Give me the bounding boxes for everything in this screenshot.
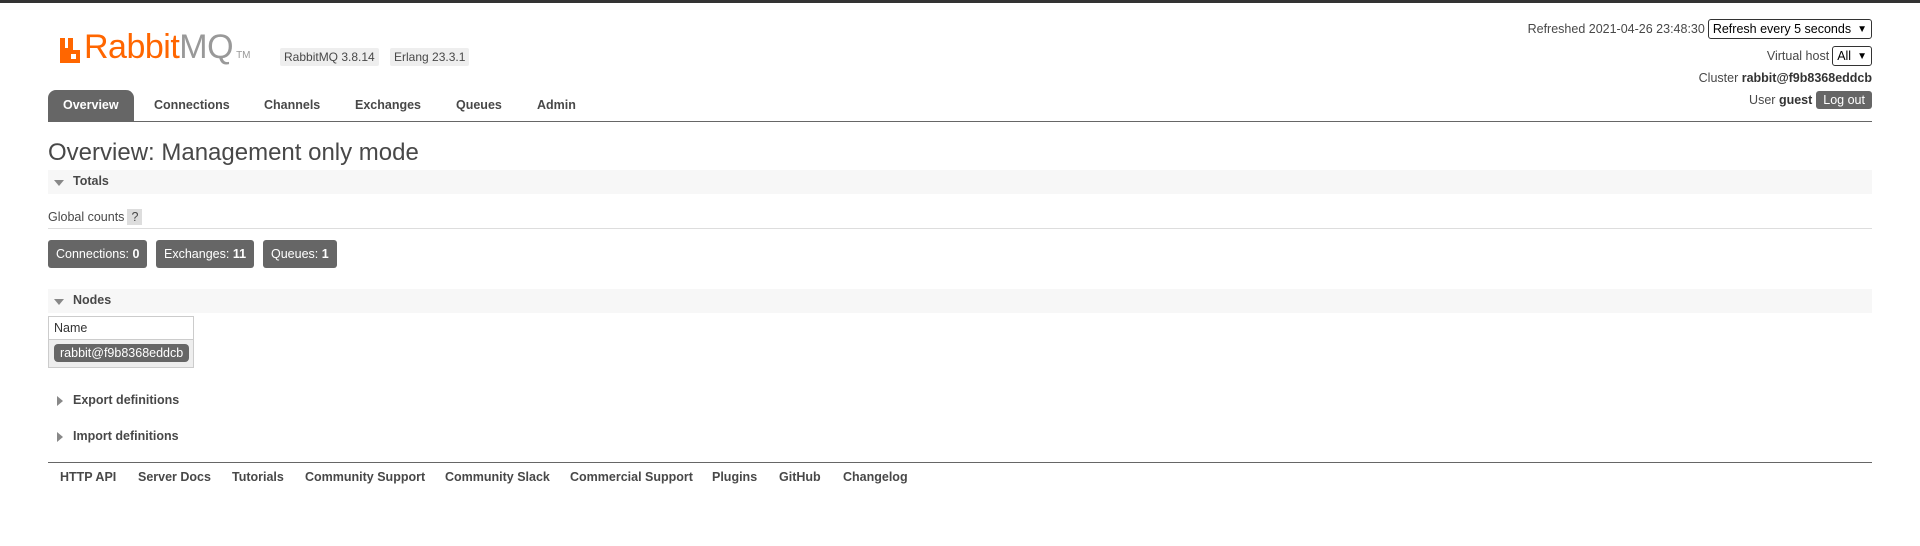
- tab-overview[interactable]: Overview: [48, 90, 134, 121]
- collapse-triangle-icon: [54, 299, 64, 305]
- main-nav-tabs: Overview Connections Channels Exchanges …: [48, 87, 1872, 122]
- export-definitions-header[interactable]: Export definitions: [48, 389, 1872, 413]
- footer-link-server-docs[interactable]: Server Docs: [138, 470, 211, 484]
- logo-text-mq: MQ: [179, 28, 234, 66]
- footer-link-github[interactable]: GitHub: [779, 470, 821, 484]
- divider: [48, 228, 1872, 229]
- table-row: rabbit@f9b8368eddcb: [49, 340, 193, 367]
- global-counts: Global counts?: [48, 209, 143, 225]
- refresh-interval-select[interactable]: Refresh every 5 seconds ▼: [1707, 19, 1872, 39]
- footer-divider: [48, 462, 1872, 463]
- page-title: Overview: Management only mode: [48, 139, 419, 166]
- exchanges-count-value: 11: [232, 247, 247, 261]
- totals-section-header[interactable]: Totals: [48, 170, 1872, 194]
- import-definitions-title: Import definitions: [73, 429, 179, 443]
- queues-count-label: Queues:: [271, 247, 319, 261]
- nodes-table: Name rabbit@f9b8368eddcb: [48, 316, 194, 368]
- connections-count-value: 0: [132, 247, 140, 261]
- nodes-title: Nodes: [73, 293, 112, 307]
- exchanges-count-badge[interactable]: Exchanges: 11: [156, 240, 255, 268]
- tab-exchanges[interactable]: Exchanges: [340, 90, 436, 121]
- node-link[interactable]: rabbit@f9b8368eddcb: [54, 344, 190, 362]
- tab-channels[interactable]: Channels: [249, 90, 335, 121]
- import-definitions-header[interactable]: Import definitions: [48, 425, 1872, 449]
- vhost-select[interactable]: All ▼: [1832, 46, 1872, 66]
- footer-link-tutorials[interactable]: Tutorials: [232, 470, 284, 484]
- totals-title: Totals: [73, 174, 109, 188]
- refresh-interval-value: Refresh every 5 seconds: [1712, 22, 1852, 36]
- tab-queues[interactable]: Queues: [441, 90, 517, 121]
- nodes-section-header[interactable]: Nodes: [48, 289, 1872, 313]
- rabbitmq-logo-icon: [60, 38, 80, 63]
- cluster-name: rabbit@f9b8368eddcb: [1741, 71, 1872, 85]
- exchanges-count-label: Exchanges:: [164, 247, 230, 261]
- rabbitmq-version-badge: RabbitMQ 3.8.14: [280, 48, 379, 66]
- connections-count-label: Connections:: [56, 247, 129, 261]
- queues-count-value: 1: [321, 247, 329, 261]
- logo-text-rabbit: Rabbit: [84, 28, 180, 66]
- footer-link-http-api[interactable]: HTTP API: [60, 470, 116, 484]
- expand-triangle-icon: [57, 432, 63, 442]
- tab-connections[interactable]: Connections: [139, 90, 245, 121]
- footer-link-changelog[interactable]: Changelog: [843, 470, 908, 484]
- collapse-triangle-icon: [54, 180, 64, 186]
- expand-triangle-icon: [57, 396, 63, 406]
- vhost-value: All: [1837, 49, 1852, 63]
- logo-trademark: TM: [236, 50, 251, 61]
- help-button[interactable]: ?: [127, 209, 143, 225]
- chevron-down-icon: ▼: [1857, 23, 1867, 35]
- rabbitmq-logo[interactable]: RabbitMQ TM: [58, 30, 251, 64]
- footer-link-plugins[interactable]: Plugins: [712, 470, 757, 484]
- export-definitions-title: Export definitions: [73, 393, 180, 407]
- tab-admin[interactable]: Admin: [522, 90, 591, 121]
- chevron-down-icon: ▼: [1857, 50, 1867, 62]
- nodes-table-header-name: Name: [49, 317, 193, 340]
- global-counts-label: Global counts: [48, 210, 125, 224]
- connections-count-badge[interactable]: Connections: 0: [48, 240, 148, 268]
- refreshed-timestamp: Refreshed 2021-04-26 23:48:30: [1527, 22, 1705, 36]
- footer-link-community-slack[interactable]: Community Slack: [445, 470, 550, 484]
- footer-link-commercial-support[interactable]: Commercial Support: [570, 470, 693, 484]
- queues-count-badge[interactable]: Queues: 1: [263, 240, 337, 268]
- erlang-version-badge: Erlang 23.3.1: [390, 48, 470, 66]
- vhost-label: Virtual host: [1766, 49, 1830, 63]
- footer-link-community-support[interactable]: Community Support: [305, 470, 425, 484]
- cluster-label: Cluster: [1698, 71, 1739, 85]
